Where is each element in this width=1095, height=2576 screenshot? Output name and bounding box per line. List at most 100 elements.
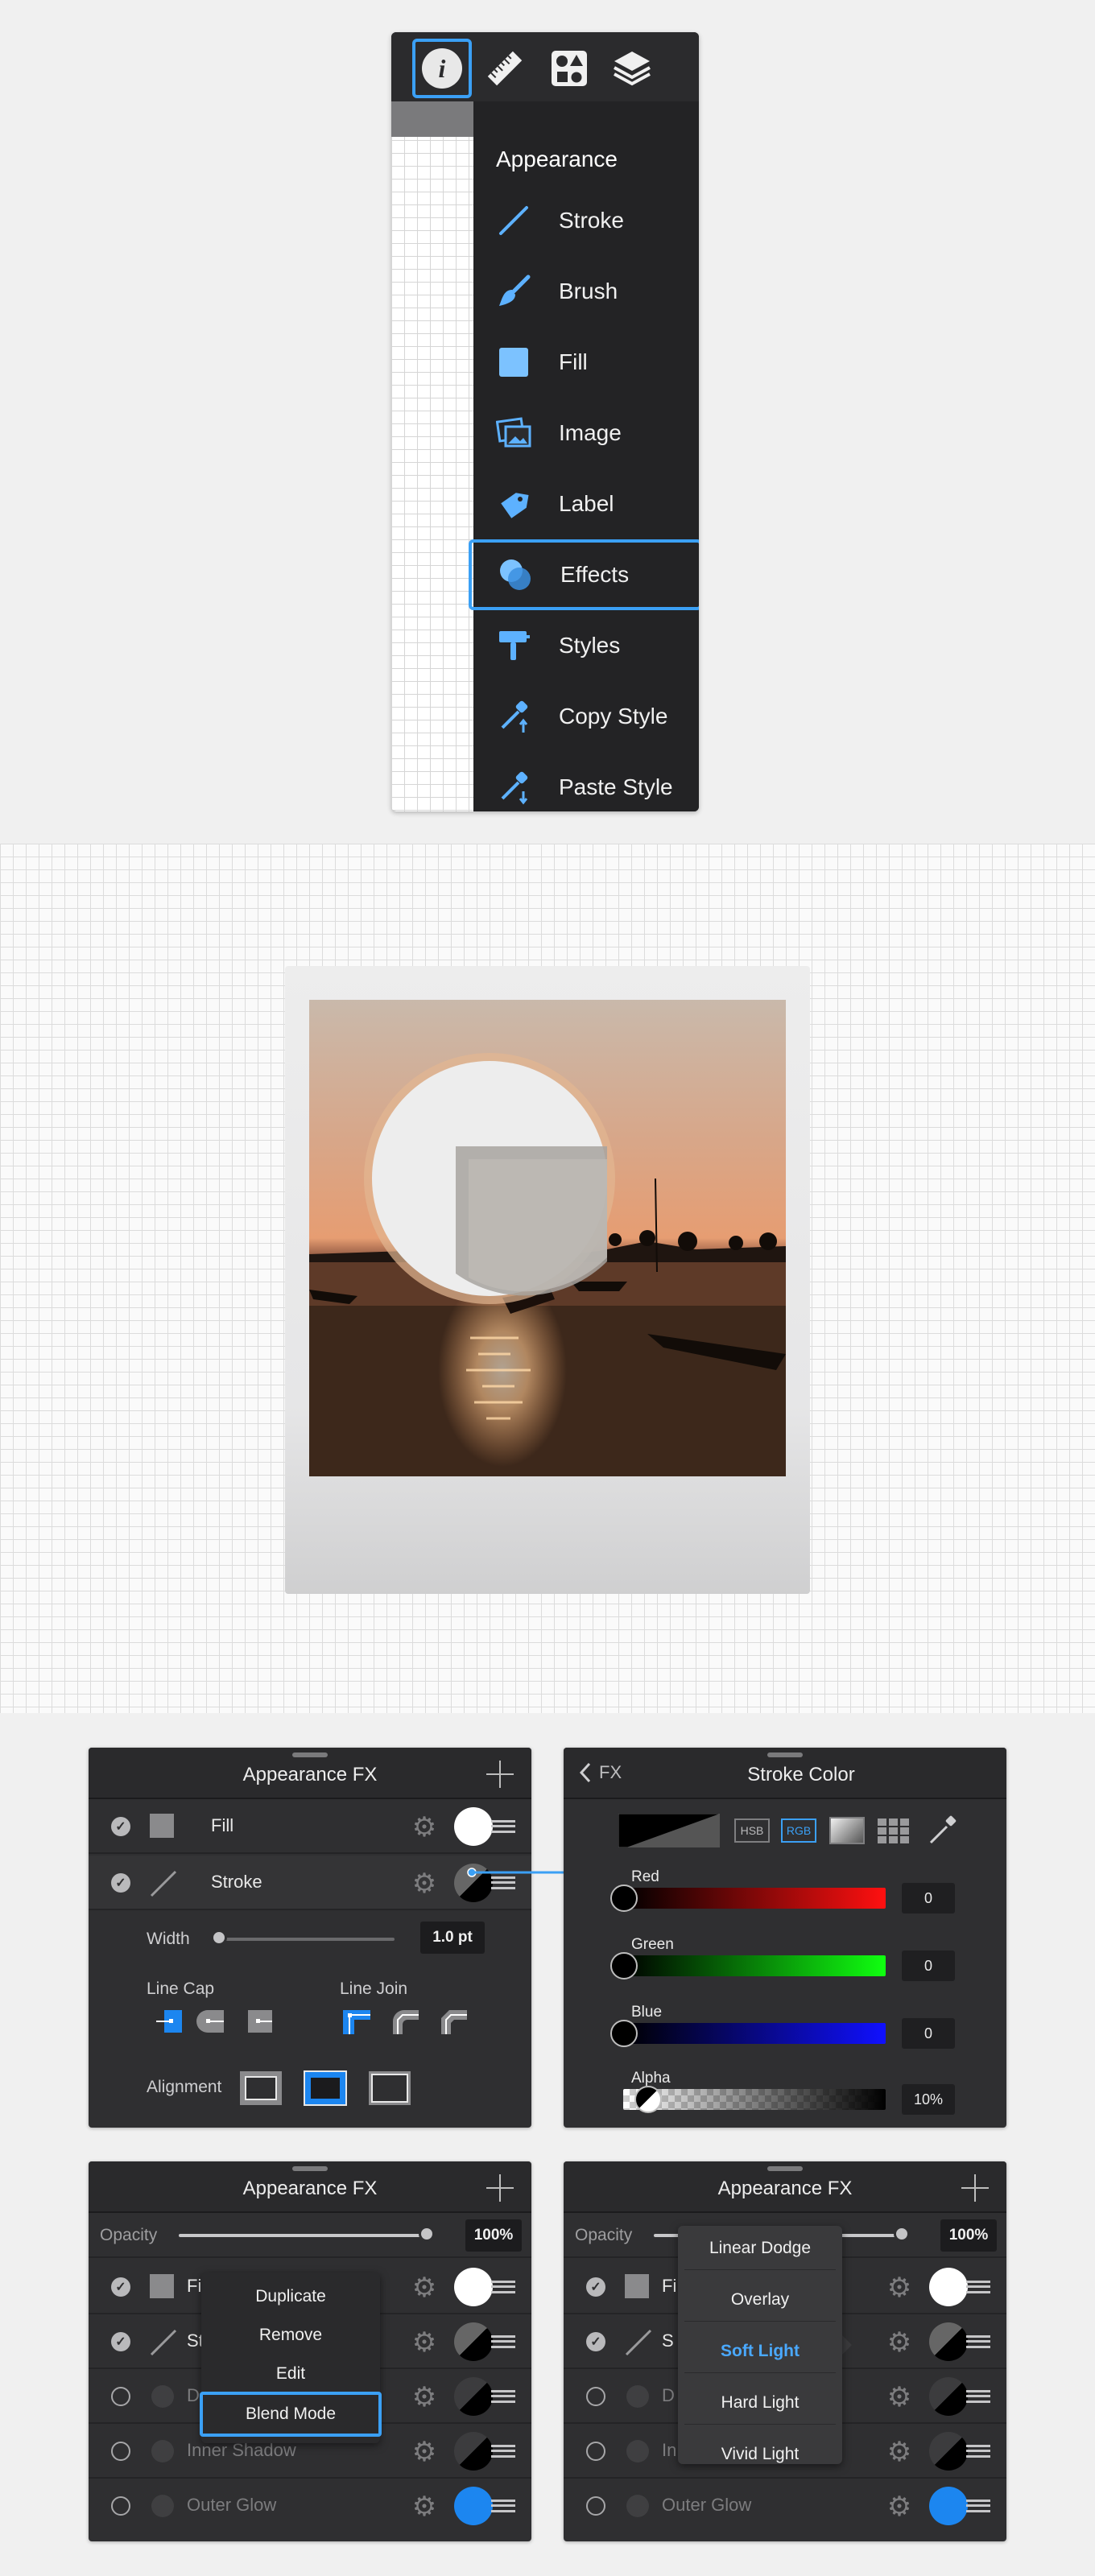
- fill-color-swatch[interactable]: [929, 2268, 968, 2306]
- drag-handle[interactable]: [767, 2166, 803, 2171]
- align-inside-option[interactable]: [238, 2070, 283, 2107]
- photo-frame[interactable]: [285, 966, 810, 1594]
- blend-mode-soft-light[interactable]: Soft Light: [678, 2342, 842, 2361]
- checkmark-icon[interactable]: ✓: [111, 2277, 130, 2297]
- gear-icon[interactable]: ⚙: [411, 2493, 438, 2520]
- ruler-icon[interactable]: [475, 39, 535, 98]
- blue-value[interactable]: 0: [902, 2018, 955, 2049]
- effect-color-swatch[interactable]: [454, 2377, 493, 2416]
- opacity-value[interactable]: 100%: [940, 2219, 997, 2252]
- checkmark-icon[interactable]: ✓: [586, 2277, 605, 2297]
- fx-row-outer-glow[interactable]: Outer Glow ⚙: [89, 2479, 531, 2533]
- gear-icon[interactable]: ⚙: [411, 2274, 438, 2301]
- layers-icon[interactable]: [602, 39, 662, 98]
- menu-item-label-tool[interactable]: Label: [473, 469, 699, 539]
- reorder-icon[interactable]: [491, 2335, 515, 2348]
- stroke-color-swatch[interactable]: [929, 2322, 968, 2361]
- outer-glow-color-swatch[interactable]: [454, 2487, 493, 2525]
- width-slider[interactable]: [219, 1938, 395, 1941]
- gear-icon[interactable]: ⚙: [886, 2493, 913, 2520]
- blue-slider-knob[interactable]: [610, 2020, 638, 2047]
- alpha-slider[interactable]: [623, 2089, 886, 2110]
- fx-row-outer-glow[interactable]: Outer Glow ⚙: [564, 2479, 1006, 2533]
- drag-handle[interactable]: [292, 2166, 328, 2171]
- reorder-icon[interactable]: [966, 2281, 990, 2293]
- add-icon[interactable]: [486, 1761, 514, 1788]
- blend-mode-menu-item[interactable]: Blend Mode: [200, 2392, 382, 2437]
- opacity-slider-knob[interactable]: [419, 2226, 435, 2242]
- blend-mode-vivid-light[interactable]: Vivid Light: [678, 2445, 842, 2464]
- opacity-slider-knob[interactable]: [894, 2226, 910, 2242]
- green-slider-knob[interactable]: [610, 1952, 638, 1979]
- alpha-slider-knob[interactable]: [634, 2086, 662, 2113]
- unchecked-circle-icon[interactable]: [586, 2442, 605, 2461]
- reorder-icon[interactable]: [491, 2281, 515, 2293]
- rgb-mode-button[interactable]: RGB: [781, 1818, 816, 1843]
- alpha-value[interactable]: 10%: [902, 2084, 955, 2115]
- reorder-icon[interactable]: [491, 2390, 515, 2403]
- menu-item-paste-style[interactable]: Paste Style: [473, 752, 699, 811]
- opacity-slider[interactable]: [179, 2234, 428, 2237]
- hsb-mode-button[interactable]: HSB: [734, 1818, 770, 1843]
- unchecked-circle-icon[interactable]: [111, 2496, 130, 2516]
- unchecked-circle-icon[interactable]: [111, 2442, 130, 2461]
- blend-mode-overlay[interactable]: Overlay: [678, 2290, 842, 2310]
- width-value[interactable]: 1.0 pt: [420, 1922, 485, 1954]
- gear-icon[interactable]: ⚙: [886, 2384, 913, 2411]
- add-icon[interactable]: [961, 2174, 989, 2202]
- blend-mode-hard-light[interactable]: Hard Light: [678, 2393, 842, 2413]
- gear-icon[interactable]: ⚙: [411, 1870, 438, 1897]
- drag-handle[interactable]: [292, 1752, 328, 1757]
- red-slider[interactable]: [623, 1888, 886, 1909]
- reorder-icon[interactable]: [491, 1820, 515, 1833]
- reorder-icon[interactable]: [966, 2500, 990, 2512]
- gear-icon[interactable]: ⚙: [411, 2384, 438, 2411]
- square-cap-option[interactable]: [245, 2007, 277, 2036]
- drag-handle[interactable]: [767, 1752, 803, 1757]
- stroke-color-swatch[interactable]: [454, 2322, 493, 2361]
- width-slider-knob[interactable]: [211, 1930, 227, 1946]
- unchecked-circle-icon[interactable]: [111, 2387, 130, 2406]
- gradient-mode-button[interactable]: [829, 1817, 865, 1844]
- reorder-icon[interactable]: [966, 2445, 990, 2458]
- unchecked-circle-icon[interactable]: [586, 2496, 605, 2516]
- align-outside-option[interactable]: [367, 2070, 412, 2107]
- gear-icon[interactable]: ⚙: [886, 2274, 913, 2301]
- menu-item-styles[interactable]: Styles: [473, 610, 699, 681]
- add-icon[interactable]: [486, 2174, 514, 2202]
- unchecked-circle-icon[interactable]: [586, 2387, 605, 2406]
- fill-color-swatch[interactable]: [454, 2268, 493, 2306]
- gear-icon[interactable]: ⚙: [411, 1814, 438, 1841]
- miter-join-option[interactable]: [341, 2007, 374, 2036]
- menu-item-effects[interactable]: Effects: [469, 539, 699, 610]
- gear-icon[interactable]: ⚙: [411, 2438, 438, 2466]
- checkmark-icon[interactable]: ✓: [111, 1817, 130, 1836]
- reorder-icon[interactable]: [966, 2335, 990, 2348]
- align-center-option[interactable]: [303, 2070, 348, 2107]
- gear-icon[interactable]: ⚙: [411, 2329, 438, 2356]
- checkmark-icon[interactable]: ✓: [586, 2332, 605, 2351]
- green-slider[interactable]: [623, 1955, 886, 1976]
- menu-item-stroke[interactable]: Stroke: [473, 185, 699, 256]
- fx-row-stroke[interactable]: ✓ Stroke ⚙: [89, 1856, 531, 1910]
- red-value[interactable]: 0: [902, 1883, 955, 1913]
- menu-item-fill[interactable]: Fill: [473, 327, 699, 398]
- menu-item-image[interactable]: Image: [473, 398, 699, 469]
- duplicate-menu-item[interactable]: Duplicate: [201, 2287, 380, 2306]
- gear-icon[interactable]: ⚙: [886, 2438, 913, 2466]
- bevel-join-option[interactable]: [438, 2007, 470, 2036]
- canvas-grid[interactable]: [391, 101, 473, 811]
- edit-menu-item[interactable]: Edit: [201, 2364, 380, 2384]
- gear-icon[interactable]: ⚙: [886, 2329, 913, 2356]
- effect-color-swatch[interactable]: [929, 2432, 968, 2471]
- green-value[interactable]: 0: [902, 1951, 955, 1981]
- checkmark-icon[interactable]: ✓: [111, 2332, 130, 2351]
- remove-menu-item[interactable]: Remove: [201, 2326, 380, 2345]
- checkmark-icon[interactable]: ✓: [111, 1873, 130, 1893]
- effect-color-swatch[interactable]: [929, 2377, 968, 2416]
- blend-mode-linear-dodge[interactable]: Linear Dodge: [678, 2239, 842, 2258]
- eyedropper-icon[interactable]: [928, 1815, 958, 1846]
- butt-cap-option[interactable]: [156, 2007, 188, 2036]
- fx-row-fill[interactable]: ✓ Fill ⚙: [89, 1799, 531, 1854]
- sunset-photo[interactable]: [309, 1000, 786, 1476]
